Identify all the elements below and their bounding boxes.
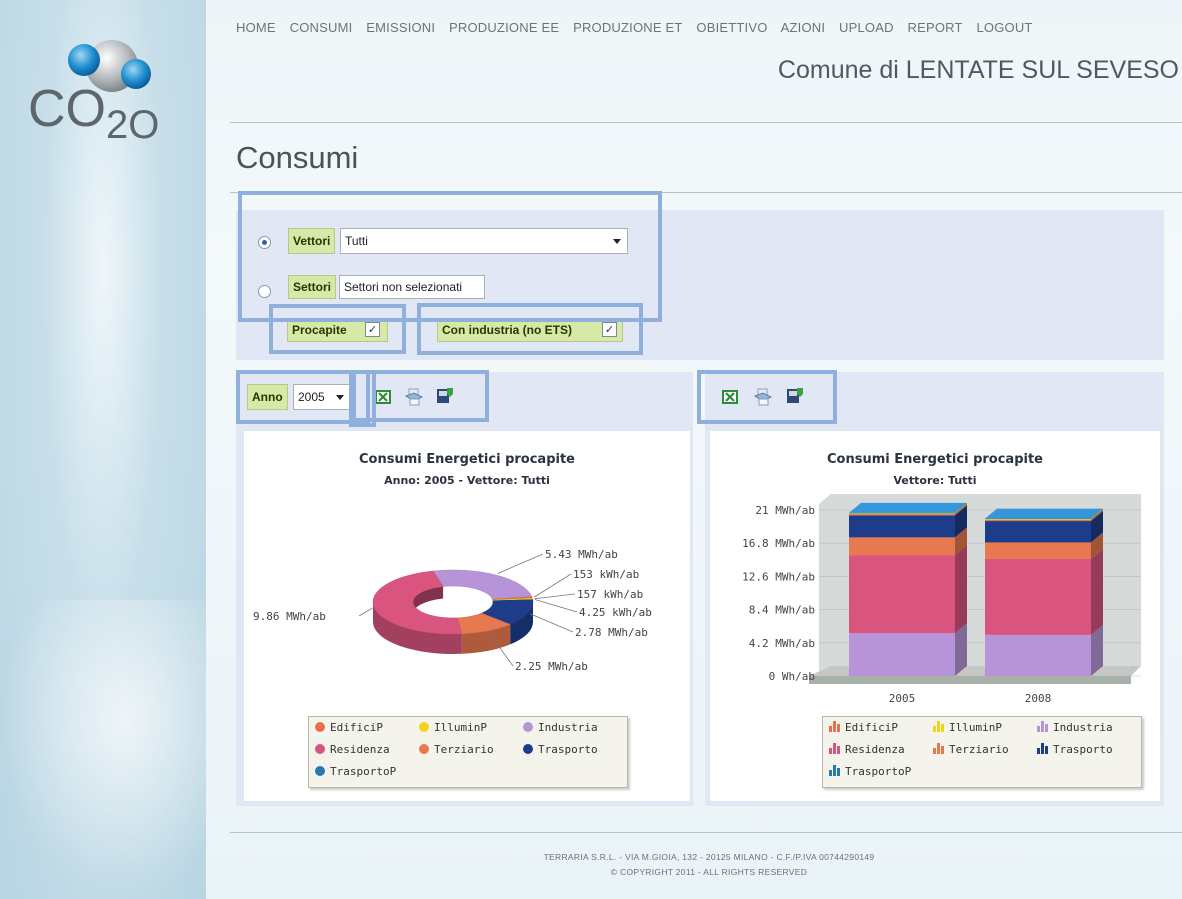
- donut-label-industria: 5.43 MWh/ab: [545, 548, 618, 561]
- left-chart-legend: EdificiP IlluminP Industria Residenza Te…: [308, 716, 628, 788]
- municipality-name: Comune di LENTATE SUL SEVESO: [777, 56, 1179, 84]
- leader-line: [534, 593, 576, 600]
- terziario-swatch-icon: [419, 744, 429, 754]
- nav-upload[interactable]: UPLOAD: [839, 20, 894, 35]
- donut-label-trasportop: 4.25 kWh/ab: [579, 606, 652, 619]
- bar-segment-industria-2005: [849, 633, 955, 676]
- y-tick-label: 4.2 MWh/ab: [749, 637, 815, 650]
- legend-item-trasportop[interactable]: TrasportoP: [829, 765, 911, 778]
- leader-line: [358, 607, 373, 617]
- donut-label-illuminp: 157 kWh/ab: [577, 588, 643, 601]
- bar-segment-trasporto-2008: [985, 521, 1091, 543]
- bar-segment-edificip-2008: [985, 519, 1091, 522]
- logo-text: CO: [28, 80, 106, 138]
- legend-item-terziario[interactable]: Terziario: [419, 743, 494, 756]
- svg-text:2O: 2O: [106, 103, 159, 147]
- donut-slice-industria: [432, 569, 533, 600]
- legend-item-industria[interactable]: Industria: [523, 721, 598, 734]
- leader-line: [533, 573, 572, 598]
- trasporto-bar-icon: [1037, 743, 1048, 754]
- edificip-swatch-icon: [315, 722, 325, 732]
- y-tick-label: 21 MWh/ab: [755, 504, 815, 517]
- footer-company: TERRARIA S.R.L. - VIA M.GIOIA, 132 - 201…: [543, 852, 875, 862]
- y-tick-label: 16.8 MWh/ab: [742, 537, 815, 550]
- legend-item-illuminp[interactable]: IlluminP: [419, 721, 487, 734]
- header-divider: [230, 122, 1182, 123]
- bar-top-2005: [849, 502, 967, 513]
- legend-item-terziario[interactable]: Terziario: [933, 743, 1009, 756]
- legend-item-residenza[interactable]: Residenza: [315, 743, 390, 756]
- x-tick-label: 2005: [889, 692, 916, 705]
- donut-label-residenza: 9.86 MWh/ab: [253, 610, 326, 623]
- legend-item-industria[interactable]: Industria: [1037, 721, 1113, 734]
- bar-segment-edificip-2005: [849, 514, 955, 516]
- legend-item-trasportop[interactable]: TrasportoP: [315, 765, 396, 778]
- footer-copyright: © COPYRIGHT 2011 - ALL RIGHTS RESERVED: [610, 867, 808, 877]
- right-chart-legend: EdificiP IlluminP Industria Residenza Te…: [822, 716, 1142, 788]
- legend-item-edificip[interactable]: EdificiP: [315, 721, 383, 734]
- y-tick-label: 8.4 MWh/ab: [749, 604, 815, 617]
- illuminp-bar-icon: [933, 721, 944, 732]
- bar-segment-industria-2008: [985, 634, 1091, 676]
- trasportop-bar-icon: [829, 765, 840, 776]
- highlight-box: [697, 370, 837, 424]
- donut-label-edificip: 153 kWh/ab: [573, 568, 639, 581]
- leader-line: [497, 553, 544, 574]
- nav-home[interactable]: HOME: [236, 20, 276, 35]
- bar-segment-trasportop-2005: [849, 512, 955, 514]
- terziario-bar-icon: [933, 743, 944, 754]
- bar-top-2008: [985, 508, 1103, 519]
- footer-divider: [230, 832, 1182, 833]
- highlight-box: [352, 370, 489, 422]
- bar-segment-terziario-2008: [985, 542, 1091, 560]
- legend-item-edificip[interactable]: EdificiP: [829, 721, 898, 734]
- residenza-swatch-icon: [315, 744, 325, 754]
- y-tick-label: 12.6 MWh/ab: [742, 570, 815, 583]
- legend-item-residenza[interactable]: Residenza: [829, 743, 905, 756]
- highlight-box: [269, 304, 406, 354]
- edificip-bar-icon: [829, 721, 840, 732]
- nav-emissioni[interactable]: EMISSIONI: [366, 20, 435, 35]
- page-title: Consumi: [236, 140, 359, 175]
- leader-line: [529, 613, 574, 633]
- industria-swatch-icon: [523, 722, 533, 732]
- x-tick-label: 2008: [1025, 692, 1052, 705]
- donut-label-terziario: 2.25 MWh/ab: [515, 660, 588, 673]
- nav-consumi[interactable]: CONSUMI: [290, 20, 353, 35]
- highlight-box: [417, 303, 643, 355]
- trasporto-swatch-icon: [523, 744, 533, 754]
- leader-line: [534, 599, 578, 613]
- bar-segment-residenza-2008: [985, 559, 1091, 635]
- legend-item-trasporto[interactable]: Trasporto: [1037, 743, 1113, 756]
- donut-chart: 5.43 MWh/ab 153 kWh/ab 157 kWh/ab 4.25 kWh/…: [253, 548, 652, 673]
- industria-bar-icon: [1037, 721, 1048, 732]
- bar-segment-trasporto-2005: [849, 515, 955, 538]
- legend-item-trasporto[interactable]: Trasporto: [523, 743, 598, 756]
- nav-obiettivo[interactable]: OBIETTIVO: [696, 20, 767, 35]
- trasportop-swatch-icon: [315, 766, 325, 776]
- nav-report[interactable]: REPORT: [908, 20, 963, 35]
- nav-produzione-ee[interactable]: PRODUZIONE EE: [449, 20, 559, 35]
- nav-azioni[interactable]: AZIONI: [781, 20, 826, 35]
- legend-item-illuminp[interactable]: IlluminP: [933, 721, 1002, 734]
- stacked-bar-chart: 21 MWh/ab 16.8 MWh/ab 12.6 MWh/ab 8.4 MWh/a…: [742, 494, 1141, 705]
- illuminp-swatch-icon: [419, 722, 429, 732]
- bar-segment-trasportop-2008: [985, 518, 1091, 520]
- top-navigation: HOME CONSUMI EMISSIONI PRODUZIONE EE PRO…: [236, 20, 1043, 35]
- nav-produzione-et[interactable]: PRODUZIONE ET: [573, 20, 683, 35]
- co2o-logo: CO 2O: [28, 40, 159, 147]
- nav-logout[interactable]: LOGOUT: [976, 20, 1032, 35]
- bar-side-residenza-2008: [1091, 549, 1103, 635]
- y-tick-label: 0 Wh/ab: [769, 670, 815, 683]
- chart-floor-edge: [809, 676, 1131, 684]
- donut-label-trasporto: 2.78 MWh/ab: [575, 626, 648, 639]
- residenza-bar-icon: [829, 743, 840, 754]
- bar-segment-terziario-2005: [849, 537, 955, 556]
- bar-segment-residenza-2005: [849, 555, 955, 634]
- bar-side-residenza-2005: [955, 545, 967, 634]
